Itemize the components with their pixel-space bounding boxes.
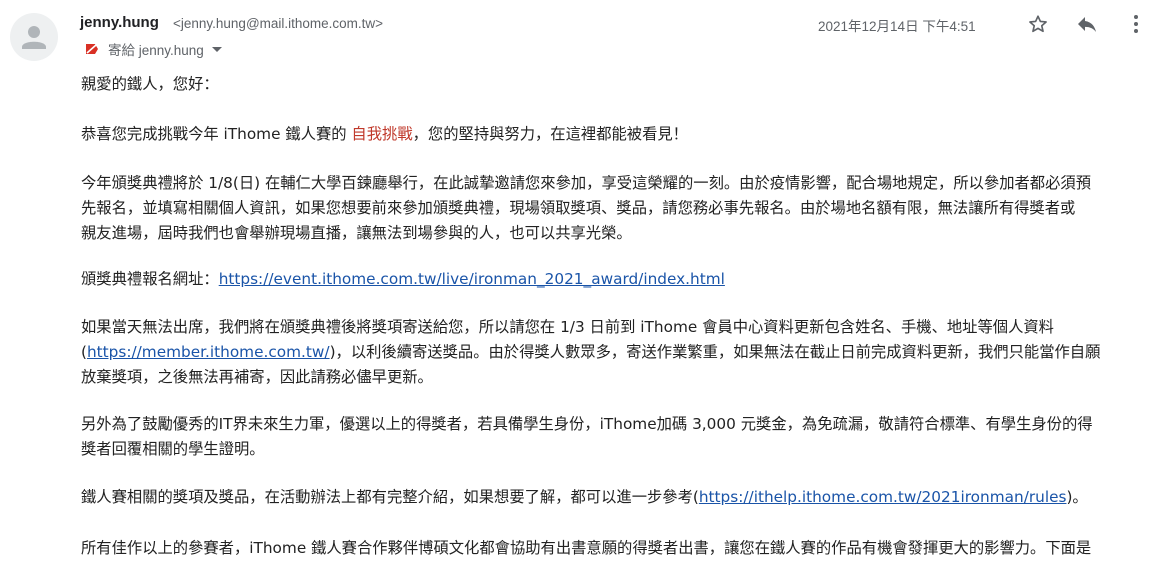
rules-paragraph: 鐵人賽相關的獎項及獎品，在活動辦法上都有完整介紹，如果想要了解，都可以進一步參考… xyxy=(81,485,1151,510)
mail-line: 如果當天無法出席，我們將在頒獎典禮後將獎項寄送給您，所以請您在 1/3 日前到 … xyxy=(81,318,1054,336)
recipient-details-dropdown-icon[interactable] xyxy=(211,46,222,52)
student-line: 另外為了鼓勵優秀的IT界未來生力軍，優選以上的得獎者，若具備學生身份，iThom… xyxy=(81,415,1093,433)
reply-button[interactable] xyxy=(1073,10,1101,38)
sender-name[interactable]: jenny.hung xyxy=(80,14,159,31)
star-button[interactable] xyxy=(1024,10,1052,38)
mail-line-text: )，以利後續寄送獎品。由於得獎人數眾多，寄送作業繁重，如果無法在截止日前完成資料… xyxy=(329,343,1101,361)
more-vertical-icon xyxy=(1134,15,1138,33)
ceremony-line: 先報名，並填寫相關個人資訊，如果您想要前來參加頒獎典禮，現場領取獎項、獎品，請您… xyxy=(81,199,1076,217)
recipient-label: 寄給 jenny.hung xyxy=(108,43,204,58)
rules-text: 鐵人賽相關的獎項及獎品，在活動辦法上都有完整介紹，如果想要了解，都可以進一步參考… xyxy=(81,488,699,506)
mail-line: (https://member.ithome.com.tw/)，以利後續寄送獎品… xyxy=(81,340,1151,365)
recipient-row[interactable]: 寄給 jenny.hung xyxy=(84,39,222,59)
person-avatar-icon xyxy=(22,26,46,49)
greeting: 親愛的鐵人，您好： xyxy=(81,75,219,93)
star-icon xyxy=(1029,15,1047,33)
signup-paragraph: 頒獎典禮報名網址：https://event.ithome.com.tw/liv… xyxy=(81,267,1151,292)
rules-text-end: )。 xyxy=(1066,488,1088,506)
publish-line: 所有佳作以上的參賽者，iThome 鐵人賽合作夥伴博碩文化都會協助有出書意願的得… xyxy=(81,539,1092,557)
congrats-text: 恭喜您完成挑戰今年 iThome 鐵人賽的 xyxy=(81,125,352,143)
signup-label: 頒獎典禮報名網址： xyxy=(81,270,219,288)
ceremony-line: 今年頒獎典禮將於 1/8(日) 在輔仁大學百鍊廳舉行，在此誠摯邀請您來參加，享受… xyxy=(81,174,1091,192)
more-options-button[interactable] xyxy=(1122,10,1150,38)
sender-avatar[interactable] xyxy=(10,13,58,61)
email-date: 2021年12月14日 下午4:51 xyxy=(818,19,976,34)
congrats-paragraph: 恭喜您完成挑戰今年 iThome 鐵人賽的 自我挑戰，您的堅持與努力，在這裡都能… xyxy=(81,122,1151,147)
mail-line: 放棄獎項，之後無法再補寄，因此請務必儘早更新。 xyxy=(81,368,433,386)
sender-email: <jenny.hung@mail.ithome.com.tw> xyxy=(173,16,384,31)
member-center-link[interactable]: https://member.ithome.com.tw/ xyxy=(87,343,330,361)
rules-link[interactable]: https://ithelp.ithome.com.tw/2021ironman… xyxy=(699,488,1067,506)
self-challenge-highlight: 自我挑戰 xyxy=(351,125,413,143)
ceremony-line: 親友進場，屆時我們也會舉辦現場直播，讓無法到場參與的人，也可以共享光榮。 xyxy=(81,224,632,242)
important-label-icon[interactable] xyxy=(84,41,100,57)
student-line: 獎者回覆相關的學生證明。 xyxy=(81,440,265,458)
reply-icon xyxy=(1078,17,1096,32)
congrats-text-end: ，您的堅持與努力，在這裡都能被看見！ xyxy=(412,125,688,143)
signup-link[interactable]: https://event.ithome.com.tw/live/ironman… xyxy=(219,270,725,288)
